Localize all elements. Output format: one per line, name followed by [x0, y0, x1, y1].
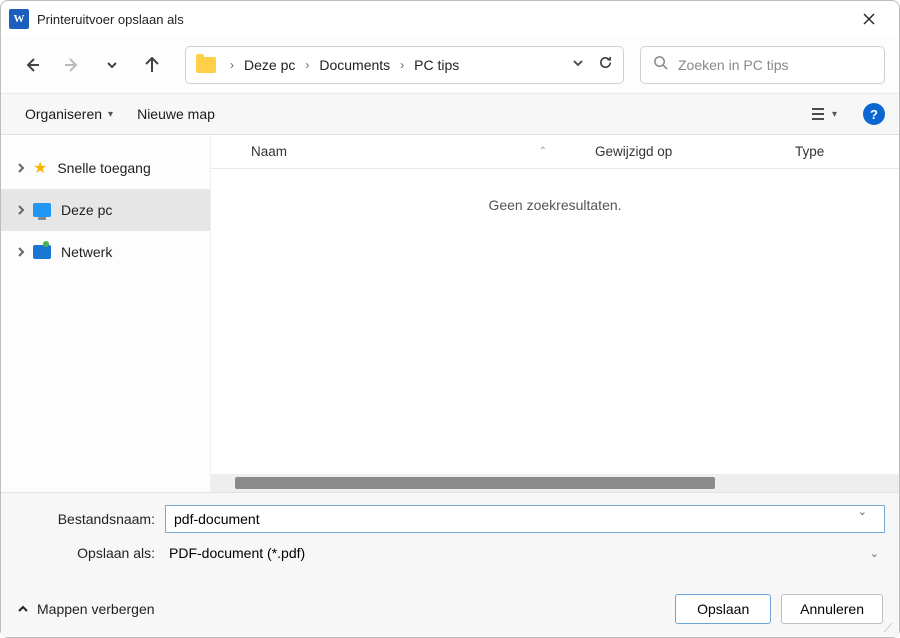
column-label: Type: [795, 144, 824, 159]
tree-item-quick-access[interactable]: ★ Snelle toegang: [1, 147, 210, 189]
nav-back-button[interactable]: [15, 48, 49, 82]
hide-folders-toggle[interactable]: Mappen verbergen: [17, 601, 155, 617]
breadcrumb-separator-icon: ›: [396, 58, 408, 72]
close-icon: [863, 13, 875, 25]
arrow-left-icon: [24, 57, 40, 73]
title-bar: Printeruitvoer opslaan als: [1, 1, 899, 37]
breadcrumb: › Deze pc › Documents › PC tips: [226, 53, 572, 77]
saveas-label: Opslaan als:: [15, 545, 165, 561]
column-headers: Naam ⌃ Gewijzigd op Type: [211, 135, 899, 169]
chevron-down-icon: ▾: [832, 109, 837, 120]
chevron-right-icon: [16, 205, 26, 215]
filename-input[interactable]: [165, 505, 885, 533]
view-options-button[interactable]: ▾: [802, 100, 845, 128]
tree-item-network[interactable]: Netwerk: [1, 231, 210, 273]
breadcrumb-item[interactable]: Deze pc: [240, 53, 299, 77]
tree-item-this-pc[interactable]: Deze pc: [1, 189, 210, 231]
file-list-pane: Naam ⌃ Gewijzigd op Type Geen zoekresult…: [211, 135, 899, 492]
action-bar: Mappen verbergen Opslaan Annuleren: [1, 581, 899, 637]
toolbar: Organiseren ▾ Nieuwe map ▾ ?: [1, 93, 899, 135]
chevron-down-icon: [106, 59, 118, 71]
chevron-right-icon: [16, 163, 26, 173]
tree-item-label: Snelle toegang: [57, 160, 150, 176]
word-app-icon: [9, 9, 29, 29]
tree-item-label: Netwerk: [61, 244, 112, 260]
chevron-down-icon: ⌄: [870, 547, 879, 560]
new-folder-label: Nieuwe map: [137, 106, 215, 122]
breadcrumb-separator-icon: ›: [226, 58, 238, 72]
column-label: Naam: [251, 144, 287, 159]
sort-indicator-icon: ⌃: [539, 146, 547, 157]
nav-recent-dropdown[interactable]: [95, 48, 129, 82]
save-as-dialog: Printeruitvoer opslaan als › Deze pc › D…: [0, 0, 900, 638]
saveas-combo[interactable]: PDF-document (*.pdf) ⌄: [165, 539, 885, 567]
help-button[interactable]: ?: [863, 103, 885, 125]
saveas-row: Opslaan als: PDF-document (*.pdf) ⌄: [15, 539, 885, 567]
footer-inputs: Bestandsnaam: ⌄ Opslaan als: PDF-documen…: [1, 492, 899, 581]
organize-label: Organiseren: [25, 106, 102, 122]
search-icon: [653, 55, 668, 75]
refresh-icon: [598, 55, 613, 70]
star-icon: ★: [33, 158, 47, 178]
chevron-down-icon: [572, 57, 584, 69]
filename-label: Bestandsnaam:: [15, 511, 165, 527]
close-button[interactable]: [847, 4, 891, 34]
nav-up-button[interactable]: [135, 48, 169, 82]
breadcrumb-item[interactable]: PC tips: [410, 53, 463, 77]
column-header-type[interactable]: Type: [781, 135, 899, 168]
folder-icon: [196, 57, 216, 73]
column-header-modified[interactable]: Gewijzigd op: [581, 135, 781, 168]
breadcrumb-item[interactable]: Documents: [315, 53, 394, 77]
refresh-button[interactable]: [598, 55, 613, 75]
navigation-tree: ★ Snelle toegang Deze pc Netwerk: [1, 135, 211, 492]
column-label: Gewijzigd op: [595, 144, 672, 159]
saveas-value: PDF-document (*.pdf): [165, 545, 305, 561]
arrow-up-icon: [144, 57, 160, 73]
new-folder-button[interactable]: Nieuwe map: [127, 100, 225, 128]
help-icon: ?: [870, 107, 878, 122]
resize-grip-icon[interactable]: ⟋: [884, 622, 896, 634]
cancel-button[interactable]: Annuleren: [781, 594, 883, 624]
empty-results-message: Geen zoekresultaten.: [488, 197, 621, 213]
list-view-icon: [810, 106, 826, 122]
scrollbar-thumb[interactable]: [235, 477, 715, 489]
monitor-icon: [33, 203, 51, 217]
dialog-body: ★ Snelle toegang Deze pc Netwerk Naam ⌃: [1, 135, 899, 492]
save-button[interactable]: Opslaan: [675, 594, 771, 624]
network-icon: [33, 245, 51, 259]
organize-menu[interactable]: Organiseren ▾: [15, 100, 123, 128]
chevron-right-icon: [16, 247, 26, 257]
chevron-up-icon: [17, 603, 29, 615]
tree-item-label: Deze pc: [61, 202, 112, 218]
horizontal-scrollbar[interactable]: [211, 474, 899, 492]
file-list: Geen zoekresultaten.: [211, 169, 899, 474]
address-bar[interactable]: › Deze pc › Documents › PC tips: [185, 46, 624, 84]
hide-folders-label: Mappen verbergen: [37, 601, 155, 617]
nav-forward-button[interactable]: [55, 48, 89, 82]
column-header-name[interactable]: Naam ⌃: [211, 135, 581, 168]
chevron-down-icon: ▾: [108, 109, 113, 120]
expand-toggle[interactable]: [15, 162, 27, 174]
search-box[interactable]: [640, 46, 885, 84]
search-input[interactable]: [678, 57, 872, 73]
expand-toggle[interactable]: [15, 246, 27, 258]
breadcrumb-separator-icon: ›: [301, 58, 313, 72]
address-dropdown[interactable]: [572, 56, 584, 74]
window-title: Printeruitvoer opslaan als: [37, 12, 184, 27]
filename-row: Bestandsnaam: ⌄: [15, 505, 885, 533]
expand-toggle[interactable]: [15, 204, 27, 216]
navigation-row: › Deze pc › Documents › PC tips: [1, 37, 899, 93]
arrow-right-icon: [64, 57, 80, 73]
